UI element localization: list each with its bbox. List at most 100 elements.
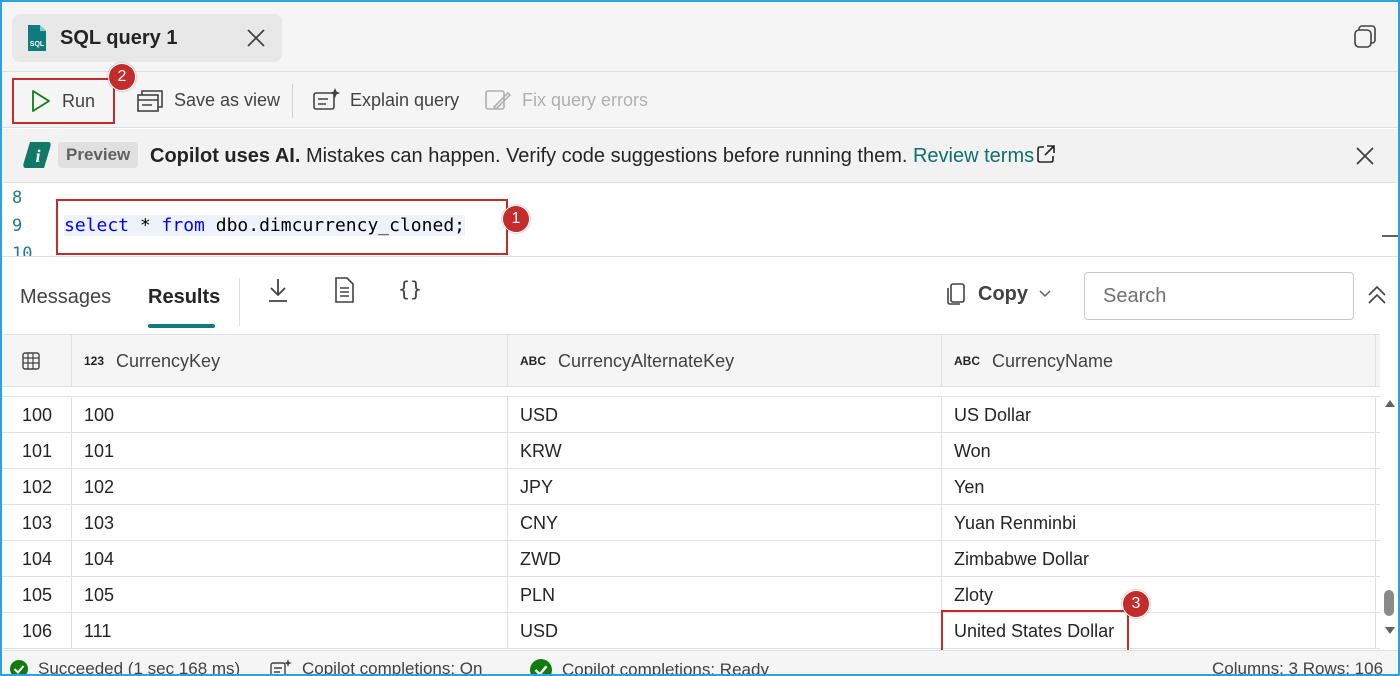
- currencyname-cell[interactable]: Won: [942, 433, 1376, 469]
- table-row-partial: [2, 387, 1380, 397]
- copy-label: Copy: [978, 282, 1028, 305]
- tab-messages[interactable]: Messages: [20, 286, 111, 309]
- callout-badge-1: 1: [502, 205, 530, 233]
- table-row[interactable]: 104 104 ZWD Zimbabwe Dollar: [2, 541, 1380, 577]
- scroll-down-icon[interactable]: [1384, 626, 1396, 636]
- collapse-panel-icon[interactable]: [1366, 284, 1388, 306]
- select-all-cell[interactable]: [2, 335, 72, 387]
- currencykey-cell[interactable]: 105: [72, 577, 508, 613]
- currencyalternatekey-cell[interactable]: JPY: [508, 469, 942, 505]
- currencyname-cell[interactable]: US Dollar: [942, 397, 1376, 433]
- table-icon: [22, 352, 40, 370]
- numeric-type-icon: 123: [84, 354, 105, 368]
- column-name: CurrencyKey: [116, 350, 221, 371]
- row-number-cell[interactable]: 106: [2, 613, 72, 649]
- table-row[interactable]: 106 111 USD United States Dollar: [2, 613, 1380, 649]
- grid-header: 123 CurrencyKey ABC CurrencyAlternateKey…: [2, 335, 1380, 387]
- currencyname-cell[interactable]: Zloty: [942, 577, 1376, 613]
- currencyalternatekey-cell[interactable]: ZWD: [508, 541, 942, 577]
- results-divider: [239, 278, 240, 326]
- currencyalternatekey-cell[interactable]: USD: [508, 397, 942, 433]
- copilot-banner: i Preview Copilot uses AI. Mistakes can …: [2, 129, 1398, 183]
- currencykey-cell[interactable]: 104: [72, 541, 508, 577]
- currencykey-cell[interactable]: 103: [72, 505, 508, 541]
- result-counts-text: Columns: 3 Rows: 106: [1212, 659, 1384, 676]
- currencyname-cell[interactable]: Zimbabwe Dollar: [942, 541, 1376, 577]
- tab-bar: SQL SQL query 1: [2, 2, 1398, 72]
- column-header-currencykey[interactable]: 123 CurrencyKey: [72, 335, 508, 387]
- fix-query-errors-button[interactable]: Fix query errors: [484, 80, 648, 120]
- external-link-icon: [1037, 145, 1055, 163]
- currencyname-cell[interactable]: Yuan Renminbi: [942, 505, 1376, 541]
- preview-badge: Preview: [58, 142, 139, 168]
- review-terms-link[interactable]: Review terms: [913, 145, 1034, 167]
- active-tab-indicator: [148, 324, 215, 328]
- copilot-disclaimer: Copilot uses AI. Mistakes can happen. Ve…: [150, 144, 1056, 168]
- currencykey-cell[interactable]: 111: [72, 613, 508, 649]
- column-name: CurrencyAlternateKey: [558, 350, 735, 371]
- chevron-down-icon: [1039, 290, 1051, 298]
- table-row[interactable]: 102 102 JPY Yen: [2, 469, 1380, 505]
- close-banner-icon[interactable]: [1354, 145, 1376, 167]
- line-number: 10: [12, 244, 33, 257]
- currencyalternatekey-cell[interactable]: CNY: [508, 505, 942, 541]
- row-number-cell[interactable]: 101: [2, 433, 72, 469]
- scroll-thumb[interactable]: [1384, 590, 1394, 616]
- explain-query-button[interactable]: Explain query: [312, 80, 459, 120]
- row-number-cell[interactable]: 105: [2, 577, 72, 613]
- download-icon[interactable]: [266, 276, 290, 304]
- column-header-currencyname[interactable]: ABC CurrencyName: [942, 335, 1376, 387]
- copilot-completions-icon: [270, 659, 292, 674]
- results-header: Messages Results {} Copy: [2, 258, 1398, 334]
- currencyname-cell[interactable]: Yen: [942, 469, 1376, 505]
- svg-text:{}: {}: [398, 277, 422, 301]
- currencyalternatekey-cell[interactable]: USD: [508, 613, 942, 649]
- table-row[interactable]: 100 100 USD US Dollar: [2, 397, 1380, 433]
- sql-file-icon: SQL: [28, 25, 46, 51]
- column-header-currencyalternatekey[interactable]: ABC CurrencyAlternateKey: [508, 335, 942, 387]
- code-highlight-box: [56, 199, 508, 255]
- document-icon[interactable]: [332, 276, 356, 304]
- status-bar: Succeeded (1 sec 168 ms) Copilot complet…: [2, 650, 1398, 676]
- explain-query-label: Explain query: [350, 89, 460, 110]
- currencykey-cell[interactable]: 101: [72, 433, 508, 469]
- copy-button[interactable]: Copy: [946, 282, 1064, 306]
- fix-errors-icon: [485, 90, 512, 111]
- query-toolbar: Run Save as view Explain query Fix query…: [2, 72, 1398, 128]
- scroll-up-icon[interactable]: [1384, 398, 1396, 408]
- fix-query-errors-label: Fix query errors: [522, 89, 649, 110]
- save-as-view-button[interactable]: Save as view: [136, 80, 280, 120]
- close-tab-icon[interactable]: [244, 26, 268, 50]
- column-name: CurrencyName: [992, 350, 1114, 371]
- sql-editor[interactable]: 8 9 10 select * from dbo.dimcurrency_clo…: [2, 183, 1398, 257]
- run-button[interactable]: Run: [12, 78, 115, 124]
- line-number: 8: [12, 188, 23, 208]
- currencykey-cell[interactable]: 102: [72, 469, 508, 505]
- tab-title: SQL query 1: [60, 27, 178, 49]
- editor-scroll-marker: [1382, 235, 1398, 237]
- result-counts: Columns: 3 Rows: 106: [1212, 659, 1384, 676]
- tab-sql-query-1[interactable]: SQL SQL query 1: [12, 14, 282, 62]
- row-number-cell[interactable]: 100: [2, 397, 72, 433]
- row-number-cell[interactable]: 103: [2, 505, 72, 541]
- copilot-ready-text: Copilot completions: Ready: [562, 660, 769, 676]
- currencyalternatekey-cell[interactable]: KRW: [508, 433, 942, 469]
- search-input[interactable]: [1084, 272, 1354, 320]
- restore-window-icon[interactable]: [1352, 24, 1378, 50]
- currencyalternatekey-cell[interactable]: PLN: [508, 577, 942, 613]
- grid-scrollbar[interactable]: [1380, 386, 1398, 650]
- table-row[interactable]: 103 103 CNY Yuan Renminbi: [2, 505, 1380, 541]
- copilot-completions-toggle[interactable]: Copilot completions: On: [270, 659, 482, 674]
- row-number-cell[interactable]: 102: [2, 469, 72, 505]
- copilot-icon: i: [23, 142, 51, 168]
- row-number-cell[interactable]: 104: [2, 541, 72, 577]
- tab-results[interactable]: Results: [148, 286, 220, 309]
- table-row[interactable]: 101 101 KRW Won: [2, 433, 1380, 469]
- json-braces-icon[interactable]: {}: [398, 276, 422, 304]
- callout-badge-3: 3: [1122, 590, 1150, 618]
- currencykey-cell[interactable]: 100: [72, 397, 508, 433]
- table-row[interactable]: 105 105 PLN Zloty: [2, 577, 1380, 613]
- save-view-icon: [137, 90, 163, 112]
- explain-query-icon: [313, 88, 340, 110]
- results-grid: 123 CurrencyKey ABC CurrencyAlternateKey…: [2, 334, 1380, 650]
